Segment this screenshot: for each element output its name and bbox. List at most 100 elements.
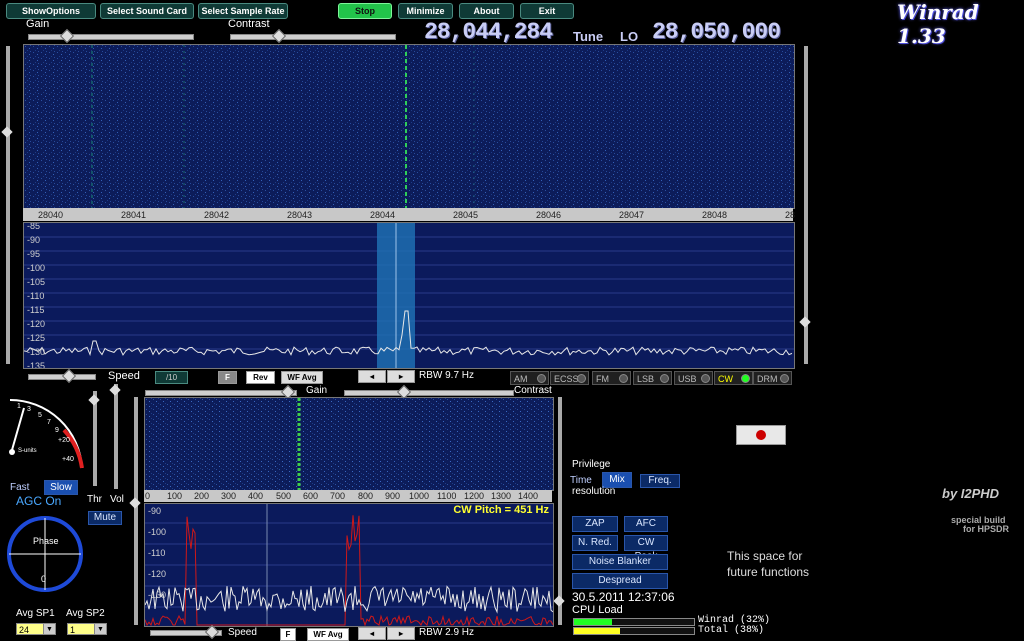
show-options-button[interactable]: ShowOptions bbox=[6, 3, 96, 19]
mode-drm-button[interactable]: DRM bbox=[753, 371, 792, 385]
mode-usb-button[interactable]: USB bbox=[674, 371, 713, 385]
audio-tick-label: 500 bbox=[276, 491, 292, 501]
freeze-button[interactable]: F bbox=[218, 371, 237, 384]
contrast-slider[interactable] bbox=[230, 28, 396, 44]
main-right-slider[interactable] bbox=[799, 46, 811, 364]
contrast-slider-thumb[interactable] bbox=[271, 28, 287, 44]
mode-label: CW bbox=[718, 374, 733, 384]
exit-button[interactable]: Exit bbox=[520, 3, 574, 19]
speed-value[interactable]: /10 bbox=[155, 371, 188, 384]
despread-button[interactable]: Despread bbox=[572, 573, 668, 589]
main-spectrum[interactable]: -85 -90 -95 -100 -105 -110 -115 -120 -12… bbox=[23, 222, 795, 369]
audio-right-slider-thumb[interactable] bbox=[553, 595, 565, 607]
privilege-freq-button[interactable]: Freq. bbox=[640, 474, 680, 488]
main-waterfall[interactable] bbox=[23, 44, 795, 209]
avg-sp1-value: 24 bbox=[19, 625, 30, 635]
stop-button[interactable]: Stop bbox=[338, 3, 392, 19]
audio-db-scale: -90 -100 -110 -120 -130 bbox=[148, 504, 166, 606]
audio-left-slider-thumb[interactable] bbox=[129, 497, 141, 509]
main-left-slider[interactable] bbox=[1, 46, 13, 364]
audio-gain-slider[interactable] bbox=[145, 384, 297, 400]
minimize-button[interactable]: Minimize bbox=[398, 3, 453, 19]
agc-on-toggle[interactable]: AGC On bbox=[16, 494, 61, 508]
afc-button[interactable]: AFC bbox=[624, 516, 668, 532]
mute-button[interactable]: Mute bbox=[88, 511, 122, 525]
avg-sp1-select[interactable]: 24 ▼ bbox=[16, 623, 56, 635]
noise-blanker-button[interactable]: Noise Blanker bbox=[572, 554, 668, 570]
mode-lsb-button[interactable]: LSB bbox=[633, 371, 672, 385]
db-label: -95 bbox=[27, 249, 41, 259]
audio-tick-label: 0 bbox=[145, 491, 151, 501]
audio-tick-label: 1400 bbox=[518, 491, 539, 501]
rbw-value: RBW 9.7 Hz bbox=[419, 370, 475, 381]
audio-wf-avg-button[interactable]: WF Avg bbox=[307, 628, 349, 641]
audio-tick-label: 600 bbox=[303, 491, 319, 501]
main-right-slider-thumb[interactable] bbox=[799, 316, 811, 328]
mode-ecss-button[interactable]: ECSS bbox=[550, 371, 589, 385]
wf-avg-button[interactable]: WF Avg bbox=[281, 371, 323, 384]
agc-slow-button[interactable]: Slow bbox=[44, 480, 78, 495]
winrad-cpu-fill bbox=[574, 619, 613, 625]
audio-speed-slider-thumb[interactable] bbox=[204, 624, 220, 640]
reverse-button[interactable]: Rev bbox=[246, 371, 275, 384]
rbw-decrease-button[interactable]: ◂ bbox=[358, 370, 386, 383]
main-tick-label: 28047 bbox=[619, 210, 645, 220]
avg-sp2-select[interactable]: 1 ▼ bbox=[67, 623, 107, 635]
db-label: -135 bbox=[27, 361, 46, 369]
db-label: -85 bbox=[27, 222, 41, 231]
mode-am-button[interactable]: AM bbox=[510, 371, 549, 385]
main-left-slider-thumb[interactable] bbox=[1, 126, 13, 138]
main-tick-label: 28045 bbox=[453, 210, 479, 220]
mode-label: FM bbox=[596, 374, 609, 384]
lo-label: LO bbox=[620, 29, 639, 44]
s-meter-label: S-units bbox=[18, 448, 37, 454]
audio-tick-label: 300 bbox=[221, 491, 237, 501]
tune-label: Tune bbox=[573, 29, 604, 44]
volume-slider-thumb[interactable] bbox=[109, 384, 121, 396]
db-label: -105 bbox=[27, 277, 46, 287]
cw-pitch-readout: CW Pitch = 451 Hz bbox=[453, 504, 549, 516]
resolution-label: resolution bbox=[572, 486, 616, 497]
record-button[interactable] bbox=[736, 425, 786, 445]
cw-peak-button[interactable]: CW Peak bbox=[624, 535, 668, 562]
noise-reduction-button[interactable]: N. Red. bbox=[572, 535, 618, 551]
threshold-slider[interactable] bbox=[88, 391, 100, 486]
audio-rbw-increase-button[interactable]: ▸ bbox=[387, 627, 415, 640]
audio-waterfall[interactable] bbox=[144, 397, 554, 491]
audio-spectrum[interactable]: -90 -100 -110 -120 -130 CW Pitch = 451 H… bbox=[144, 503, 554, 627]
db-label: -120 bbox=[27, 319, 46, 329]
tune-frequency[interactable]: 28,044,284 bbox=[424, 19, 553, 45]
audio-left-slider[interactable] bbox=[129, 397, 141, 625]
main-tick-label: 28044 bbox=[370, 210, 396, 220]
audio-tick-label: 700 bbox=[330, 491, 346, 501]
about-button[interactable]: About bbox=[459, 3, 514, 19]
lo-frequency[interactable]: 28,050,000 bbox=[652, 19, 781, 45]
audio-contrast-slider[interactable] bbox=[344, 384, 514, 400]
audio-speed-slider[interactable] bbox=[150, 624, 222, 640]
audio-right-slider[interactable] bbox=[553, 397, 565, 625]
zap-button[interactable]: ZAP bbox=[572, 516, 618, 532]
select-sound-card-button[interactable]: Select Sound Card bbox=[100, 3, 194, 19]
mode-fm-button[interactable]: FM bbox=[592, 371, 631, 385]
rbw-increase-button[interactable]: ▸ bbox=[387, 370, 415, 383]
gain-slider-thumb[interactable] bbox=[59, 28, 75, 44]
speed-slider-thumb[interactable] bbox=[61, 368, 77, 384]
privilege-time-button[interactable]: Time bbox=[570, 475, 592, 486]
select-sample-rate-button[interactable]: Select Sample Rate bbox=[198, 3, 288, 19]
speed-slider[interactable] bbox=[28, 368, 96, 384]
audio-rbw-decrease-button[interactable]: ◂ bbox=[358, 627, 386, 640]
main-tick-label: 28041 bbox=[121, 210, 147, 220]
audio-freeze-button[interactable]: F bbox=[280, 628, 296, 641]
contrast-label: Contrast bbox=[228, 18, 270, 30]
gain-slider[interactable] bbox=[28, 28, 194, 44]
mode-cw-button[interactable]: CW bbox=[714, 371, 753, 385]
audio-spectrum-plot bbox=[145, 504, 553, 626]
agc-fast-button[interactable]: Fast bbox=[10, 482, 40, 494]
s-meter-tick: 5 bbox=[38, 412, 42, 419]
volume-slider[interactable] bbox=[109, 384, 121, 489]
main-db-scale: -85 -90 -95 -100 -105 -110 -115 -120 -12… bbox=[27, 222, 46, 369]
threshold-slider-thumb[interactable] bbox=[88, 394, 100, 406]
audio-tick-label: 100 bbox=[167, 491, 183, 501]
mode-led-icon bbox=[577, 374, 586, 383]
audio-tick-label: 400 bbox=[248, 491, 264, 501]
